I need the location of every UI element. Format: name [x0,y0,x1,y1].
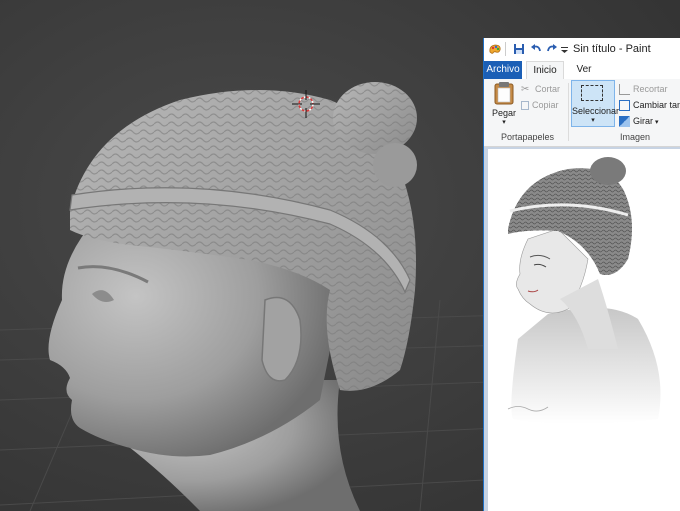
copy-label: Copiar [532,100,559,110]
paint-app-icon [489,44,501,54]
titlebar-separator [505,42,506,56]
crop-label: Recortar [633,84,668,94]
hair-bun-texture [333,82,417,154]
select-label: Seleccionar [572,106,620,116]
quick-access-dropdown-icon[interactable] [560,42,569,56]
ribbon-separator [568,83,569,141]
copy-icon [521,101,529,111]
cut-label: Cortar [535,84,561,94]
paint-titlebar[interactable]: Sin título - Paint [484,38,680,61]
portrait-bun [590,157,626,185]
ribbon-tabs: Archivo Inicio Ver [484,61,680,80]
tab-archivo[interactable]: Archivo [484,61,522,79]
scissors-icon: ✂ [521,84,530,96]
paste-button[interactable]: Pegar ▾ [490,81,518,127]
cut-button[interactable]: ✂ Cortar [521,82,560,96]
paste-label: Pegar [491,108,517,118]
paint-canvas[interactable] [488,149,680,511]
hair-bun-lower-shape [373,143,417,187]
crop-icon [619,84,630,96]
rotate-dropdown-icon: ▾ [655,119,659,126]
select-dropdown-icon: ▾ [591,117,595,124]
redo-icon[interactable] [545,42,559,56]
window-title: Sin título - Paint [573,43,651,55]
copy-button[interactable]: Copiar [521,98,559,112]
paste-dropdown-icon: ▾ [502,119,506,126]
crop-button[interactable]: Recortar [619,82,668,96]
tab-ver[interactable]: Ver [572,61,596,79]
select-button[interactable]: Seleccionar ▾ [571,80,620,127]
undo-icon[interactable] [529,42,543,56]
resize-label: Cambiar tama [633,100,680,110]
save-icon[interactable] [512,42,526,56]
selection-icon [581,85,603,101]
resize-icon [619,100,630,112]
resize-button[interactable]: Cambiar tama [619,98,680,112]
rotate-button[interactable]: Girar ▾ [619,114,659,128]
clipboard-icon [494,82,514,105]
tab-inicio[interactable]: Inicio [526,61,564,80]
ribbon: Pegar ▾ ✂ Cortar Copiar Portapapeles Sele… [484,79,680,147]
clipboard-group-label: Portapapeles [501,132,555,142]
portrait-drawing [507,157,661,424]
rotate-icon [619,116,630,128]
paint-window[interactable]: Sin título - Paint Archivo Inicio Ver Pe… [483,38,680,511]
rotate-label: Girar [633,116,653,126]
image-group-label: Imagen [620,132,651,142]
canvas-area [484,147,680,511]
